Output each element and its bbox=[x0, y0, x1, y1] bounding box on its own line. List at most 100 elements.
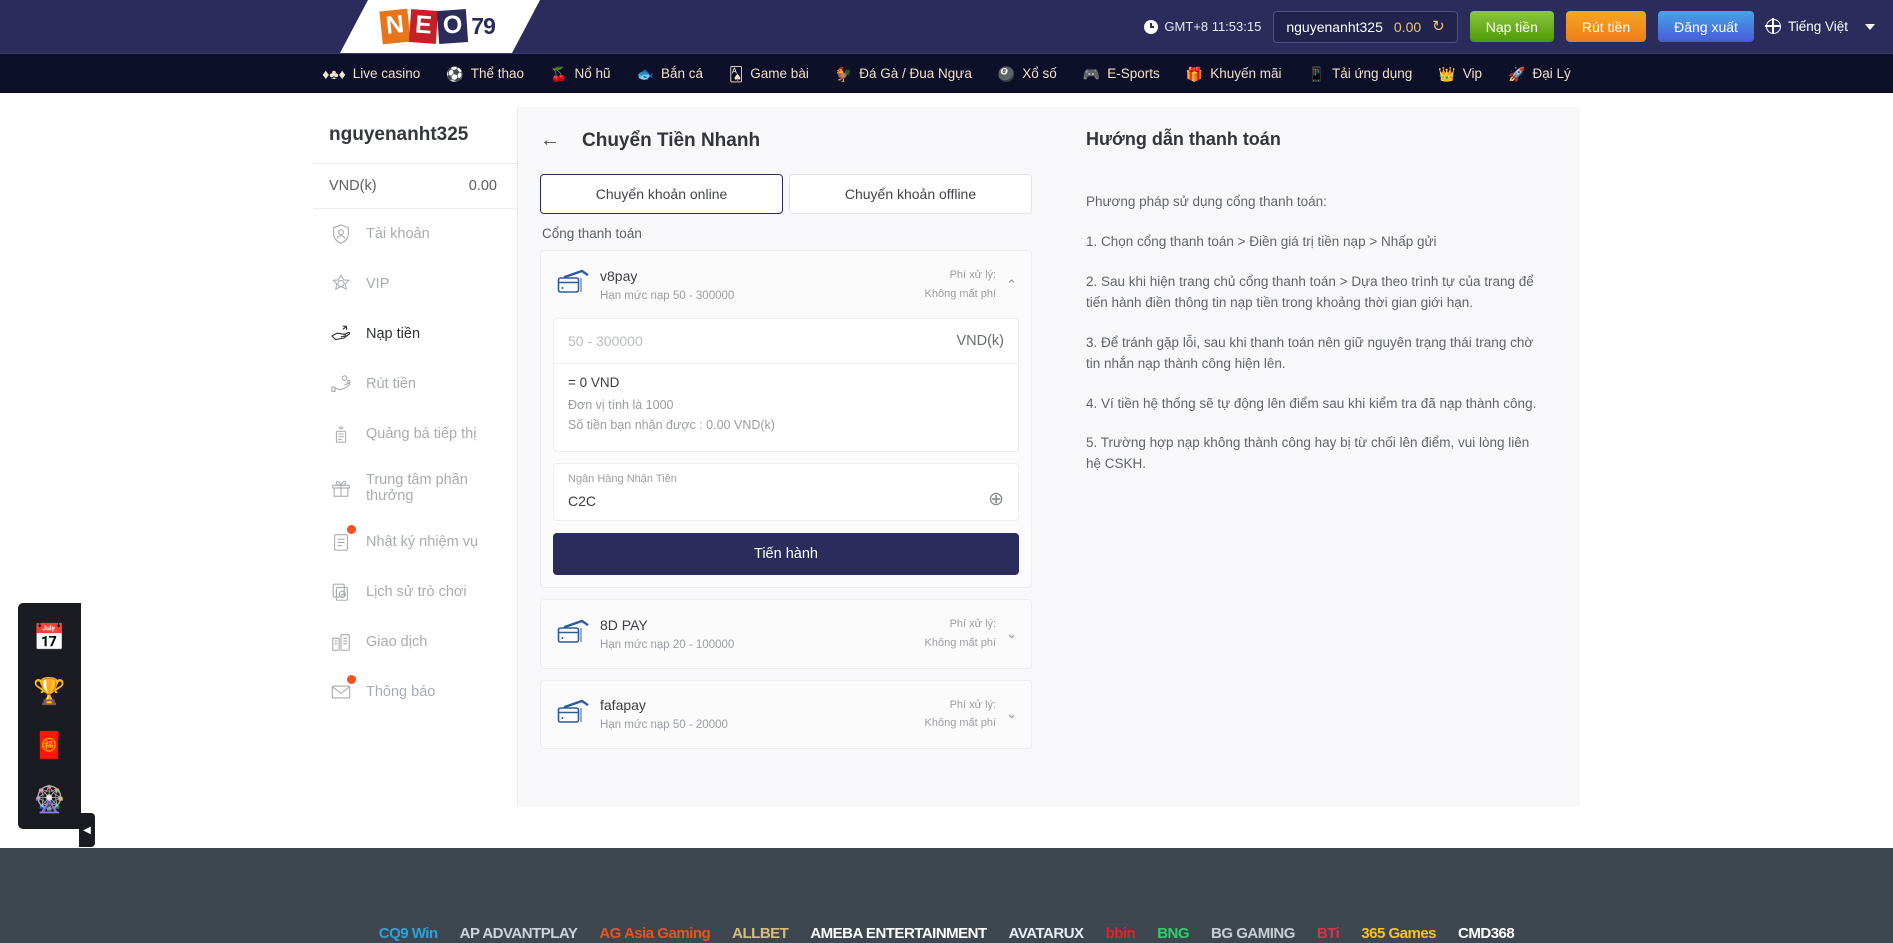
header-withdraw-button[interactable]: Rút tiền bbox=[1565, 11, 1647, 42]
partner-logo-2: AG Asia Gaming bbox=[599, 925, 711, 942]
nav-item-6[interactable]: 🎱 Xổ số bbox=[985, 66, 1070, 81]
nav-item-1[interactable]: ⚽ Thể thao bbox=[433, 66, 537, 81]
clock-icon bbox=[1144, 19, 1159, 34]
chevron-down-icon bbox=[1865, 23, 1875, 30]
sidebar-item-label-3: Rút tiền bbox=[366, 376, 416, 392]
partner-logo-7: BNG bbox=[1157, 925, 1190, 942]
sidebar-item-label-5: Trung tâm phần thưởng bbox=[366, 472, 468, 504]
gateway-name-0: v8pay bbox=[600, 267, 638, 284]
nav-icon-11: 🚀 bbox=[1508, 65, 1526, 82]
receive-note: Số tiền bạn nhận được : 0.00 VND(k) bbox=[568, 418, 775, 433]
nav-item-0[interactable]: ♦♣♦ Live casino bbox=[309, 66, 433, 81]
sidebar-item-6[interactable]: Nhật ký nhiệm vụ bbox=[313, 517, 517, 567]
gateway-header-0[interactable]: v8pay Hạn mức nạp 50 - 300000 Phí xử lý: Kh… bbox=[541, 251, 1031, 318]
credit-card-icon bbox=[557, 269, 591, 300]
chevron-down-icon[interactable]: ⌄ bbox=[1006, 626, 1017, 642]
nav-item-5[interactable]: 🐓 Đá Gà / Đua Ngựa bbox=[822, 66, 985, 81]
gateway-fee-value-2: Không mất phí bbox=[924, 717, 997, 730]
partner-logo-9: BTi bbox=[1316, 925, 1340, 942]
sidebar-balance-row: VND(k) 0.00 bbox=[313, 164, 517, 209]
guide-step-1: 2. Sau khi hiện trang chủ cổng thanh toá… bbox=[1086, 273, 1534, 310]
lucky-wheel-icon[interactable]: 🎡 bbox=[30, 779, 70, 819]
sidebar-item-4[interactable]: Quảng bá tiếp thị bbox=[313, 409, 517, 459]
gateway-limit-0: Hạn mức nạp 50 - 300000 bbox=[600, 289, 735, 302]
vip-wheel-icon[interactable]: 🏆 bbox=[30, 671, 70, 711]
converted-amount: = 0 VND bbox=[568, 375, 620, 391]
header-logout-button[interactable]: Đăng xuất bbox=[1658, 11, 1754, 42]
sidebar-item-5[interactable]: Trung tâm phần thưởng bbox=[313, 459, 517, 517]
gateway-body-0: VND(k) = 0 VND Đơn vị tính là 1000 Số tiền … bbox=[541, 318, 1031, 587]
balance-username: nguyenanht325 bbox=[1286, 18, 1383, 35]
sidebar-item-label-4: Quảng bá tiếp thị bbox=[366, 426, 477, 442]
nav-label-2: Nổ hũ bbox=[574, 66, 611, 81]
sidebar-item-3[interactable]: Rút tiền bbox=[313, 359, 517, 409]
withdraw-hand-icon bbox=[329, 372, 353, 396]
nav-item-7[interactable]: 🎮 E-Sports bbox=[1070, 66, 1173, 81]
transfer-type-tabs: Chuyển khoản online Chuyển khoản offline bbox=[540, 174, 1032, 214]
back-arrow-icon[interactable]: ← bbox=[540, 129, 560, 152]
logo-letter-n: N bbox=[379, 8, 411, 45]
partner-logo-11: CMD368 bbox=[1458, 925, 1515, 942]
nav-item-2[interactable]: 🍒 Nổ hũ bbox=[537, 66, 623, 81]
redpacket-icon[interactable]: 🧧 bbox=[30, 725, 70, 765]
nav-item-4[interactable]: 🂡 Game bài bbox=[716, 66, 822, 81]
partner-logos-footer: CQ9 Win AP ADVANTPLAY AG Asia Gaming ALLBET… bbox=[0, 848, 1893, 943]
logo-letter-o: O bbox=[436, 9, 469, 44]
nav-label-4: Game bài bbox=[750, 66, 809, 81]
gateway-name-2: fafapay bbox=[600, 697, 646, 714]
balance-box[interactable]: nguyenanht325 0.00 ↻ bbox=[1273, 10, 1458, 43]
site-logo[interactable]: N E O 79 bbox=[340, 0, 540, 53]
language-selector[interactable]: Tiếng Việt bbox=[1765, 18, 1875, 34]
sidebar-item-1[interactable]: VIP bbox=[313, 259, 517, 309]
gateway-fee-label-1: Phí xử lý: bbox=[949, 618, 997, 631]
chevron-down-icon[interactable]: ⌄ bbox=[1006, 706, 1017, 722]
sidebar-item-8[interactable]: Giao dịch bbox=[313, 617, 517, 667]
float-panel-toggle[interactable]: ◀ bbox=[79, 813, 95, 847]
logo-letter-e: E bbox=[409, 9, 438, 44]
nav-item-10[interactable]: 👑 Vip bbox=[1425, 66, 1495, 81]
calendar-icon[interactable]: 📅 bbox=[30, 617, 70, 657]
refresh-icon[interactable]: ↻ bbox=[1432, 19, 1445, 34]
amount-unit-label: VND(k) bbox=[956, 333, 1004, 350]
bank-select-box[interactable]: Ngân Hàng Nhận Tiền C2C ⊕ bbox=[553, 463, 1019, 522]
deposit-hand-icon bbox=[329, 322, 353, 346]
submit-button[interactable]: Tiến hành bbox=[553, 533, 1019, 576]
nav-item-8[interactable]: 🎁 Khuyến mãi bbox=[1173, 66, 1295, 81]
partner-logo-6: bbin bbox=[1105, 925, 1136, 942]
sidebar-item-9[interactable]: Thông báo bbox=[313, 667, 517, 717]
guide-title: Hướng dẫn thanh toán bbox=[1086, 129, 1281, 149]
guide-step-2: 3. Để tránh gặp lỗi, sau khi thanh toán … bbox=[1086, 334, 1534, 371]
chevron-up-icon[interactable]: ⌃ bbox=[1006, 277, 1017, 293]
tab-0[interactable]: Chuyển khoản online bbox=[540, 174, 783, 214]
notification-badge-dot bbox=[347, 525, 356, 534]
logo-number: 79 bbox=[471, 13, 496, 39]
gateway-limit-1: Hạn mức nạp 20 - 100000 bbox=[600, 639, 735, 652]
pane-header: ← Chuyển Tiền Nhanh bbox=[540, 129, 1032, 152]
guide-step-3: 4. Ví tiền hệ thống sẽ tự động lên điểm … bbox=[1086, 395, 1537, 411]
partner-logo-1: AP ADVANTPLAY bbox=[459, 925, 578, 942]
gateway-header-1[interactable]: 8D PAY Hạn mức nạp 20 - 100000 Phí xử lý: K… bbox=[541, 600, 1031, 667]
amount-box: VND(k) = 0 VND Đơn vị tính là 1000 Số tiền … bbox=[553, 318, 1019, 453]
gateway-header-2[interactable]: fafapay Hạn mức nạp 50 - 20000 Phí xử lý: K… bbox=[541, 681, 1031, 748]
nav-icon-9: 📱 bbox=[1307, 65, 1325, 82]
add-bank-icon[interactable]: ⊕ bbox=[988, 490, 1004, 509]
sidebar-currency-label: VND(k) bbox=[329, 178, 377, 194]
bank-field-label: Ngân Hàng Nhận Tiền bbox=[568, 473, 677, 486]
sidebar-item-2[interactable]: Nạp tiền bbox=[313, 309, 517, 359]
nav-icon-5: 🐓 bbox=[834, 65, 853, 82]
partner-logo-5: AVATARUX bbox=[1008, 925, 1084, 942]
tab-1[interactable]: Chuyển khoản offline bbox=[789, 174, 1032, 214]
payment-gateway-0: v8pay Hạn mức nạp 50 - 300000 Phí xử lý: Kh… bbox=[540, 250, 1032, 589]
nav-icon-1: ⚽ bbox=[446, 65, 464, 82]
header-deposit-button[interactable]: Nạp tiền bbox=[1469, 11, 1554, 42]
nav-item-11[interactable]: 🚀 Đại Lý bbox=[1495, 66, 1584, 81]
nav-label-9: Tải ứng dụng bbox=[1331, 66, 1413, 81]
page-body: nguyenanht325 VND(k) 0.00 Tài khoản VIP Nạ… bbox=[0, 93, 1893, 848]
nav-item-3[interactable]: 🐟 Bắn cá bbox=[624, 66, 716, 81]
sidebar-item-0[interactable]: Tài khoản bbox=[313, 209, 517, 259]
payment-guide-pane: Hướng dẫn thanh toán Phương pháp sử dụng… bbox=[1058, 107, 1580, 807]
nav-item-9[interactable]: 📱 Tải ứng dụng bbox=[1295, 66, 1426, 81]
sidebar-item-7[interactable]: Lịch sử trò chơi bbox=[313, 567, 517, 617]
amount-input[interactable] bbox=[568, 333, 874, 350]
header-right-group: GMT+8 11:53:15 nguyenanht325 0.00 ↻ Nạp … bbox=[1144, 0, 1875, 53]
